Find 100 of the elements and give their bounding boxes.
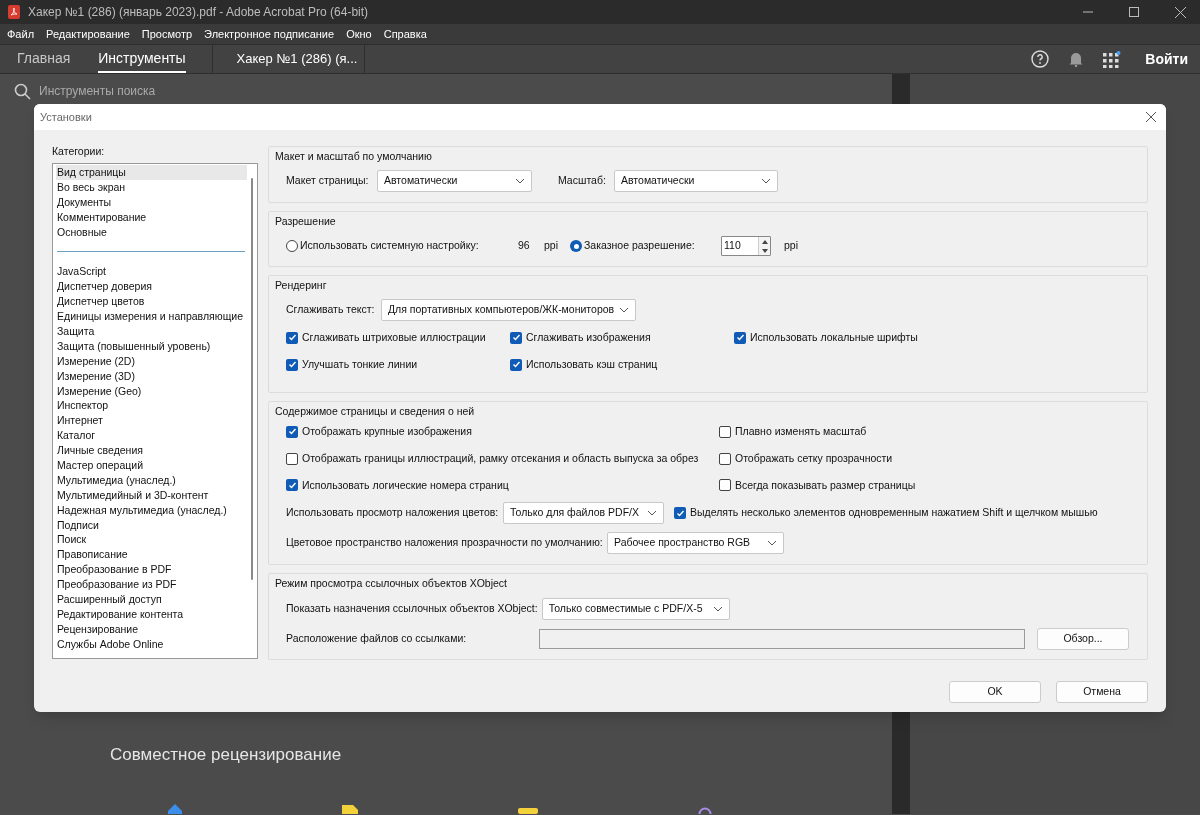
radio-button[interactable]	[286, 240, 298, 252]
category-item[interactable]: Поиск	[56, 532, 247, 548]
section-title: Макет и масштаб по умолчанию	[275, 149, 432, 164]
category-item[interactable]: Надежная мультимедиа (унаслед.)	[56, 502, 247, 518]
scrollbar[interactable]	[251, 178, 253, 580]
chevron-down-icon	[761, 178, 771, 184]
smooth-text-select[interactable]: Для портативных компьютеров/ЖК-мониторов	[381, 299, 636, 321]
tool-icon	[518, 808, 538, 814]
chevron-down-icon	[647, 510, 657, 517]
field-label: Показать назначения ссылочных объектов XObject:	[286, 601, 539, 617]
checkbox[interactable]	[510, 358, 522, 371]
apps-grid-icon[interactable]	[1103, 50, 1122, 68]
category-item[interactable]: Расширенный доступ	[56, 592, 247, 607]
field-label: Масштаб:	[558, 173, 607, 189]
checkbox[interactable]	[719, 479, 731, 492]
category-item[interactable]: Инспектор	[56, 398, 247, 414]
category-item[interactable]: Комментирование	[56, 209, 247, 225]
radio-button[interactable]	[570, 240, 582, 252]
search-icon	[14, 82, 31, 100]
field-label: Использовать просмотр наложения цветов:	[286, 505, 500, 521]
section-heading: Совместное рецензирование	[110, 743, 343, 766]
checkbox[interactable]	[719, 452, 731, 465]
checkbox[interactable]	[510, 331, 522, 344]
category-item[interactable]: Мастер операций	[56, 458, 247, 473]
resolution-spinner[interactable]: 110	[721, 236, 771, 256]
search-field[interactable]: Инструменты поиска	[39, 82, 339, 100]
menu-item[interactable]: Электронное подписание	[204, 25, 335, 43]
category-item[interactable]: Преобразование из PDF	[56, 577, 247, 593]
blend-space-select[interactable]: Рабочее пространство RGB	[607, 532, 784, 555]
overprint-select[interactable]: Только для файлов PDF/X	[503, 502, 664, 525]
checkbox[interactable]	[286, 331, 298, 344]
zoom-select[interactable]: Автоматически	[614, 170, 778, 192]
radio-label: Использовать системную настройку:	[300, 238, 480, 254]
checkbox[interactable]	[286, 358, 298, 371]
menu-item[interactable]: Справка	[383, 25, 427, 43]
checkbox[interactable]	[286, 425, 298, 438]
category-item[interactable]: Личные сведения	[56, 443, 247, 459]
checkbox-label: Всегда показывать размер страницы	[735, 477, 916, 493]
category-item[interactable]: Вид страницы	[56, 165, 247, 180]
category-item[interactable]: Преобразование в PDF	[56, 562, 247, 578]
category-item[interactable]: Единицы измерения и направляющие	[56, 309, 247, 324]
checkbox-label: Использовать логические номера страниц	[302, 477, 509, 493]
window-title: Хакер №1 (286) (январь 2023).pdf - Adobe Acrobat Pro (64-bit)	[28, 4, 369, 21]
dialog-button[interactable]: OK	[949, 681, 1041, 704]
checkbox-label: Отображать крупные изображения	[302, 424, 472, 439]
category-item[interactable]: Измерение (Geo)	[56, 383, 247, 399]
close-icon[interactable]	[1175, 6, 1186, 18]
tab[interactable]: Главная	[17, 45, 71, 73]
category-item[interactable]: Подписи	[56, 517, 247, 533]
tool-icon	[168, 804, 182, 814]
category-item[interactable]: Защита (повышенный уровень)	[56, 338, 247, 354]
category-item[interactable]: Измерение (3D)	[56, 368, 247, 384]
tool-icon	[342, 805, 358, 814]
category-item[interactable]: Рецензирование	[56, 621, 247, 637]
checkbox[interactable]	[674, 507, 686, 520]
category-item[interactable]: Службы Adobe Online	[56, 636, 247, 652]
checkbox[interactable]	[734, 331, 746, 344]
category-item[interactable]: Диспетчер доверия	[56, 279, 247, 295]
xobject-select[interactable]: Только совместимые с PDF/X-5	[541, 598, 730, 621]
field-label: Сглаживать текст:	[286, 302, 376, 318]
browse-button[interactable]: Обзор...	[1037, 628, 1129, 651]
close-icon[interactable]	[1146, 112, 1156, 122]
unit-label: ppi	[784, 238, 798, 254]
category-item[interactable]: Документы	[56, 194, 247, 210]
spin-down-icon[interactable]	[761, 248, 768, 253]
help-icon[interactable]	[1031, 50, 1050, 68]
checkbox-label: Сглаживать изображения	[526, 330, 651, 345]
maximize-icon[interactable]	[1129, 7, 1139, 17]
category-item[interactable]: Правописание	[56, 547, 247, 563]
chevron-down-icon	[712, 606, 723, 613]
checkbox[interactable]	[286, 452, 298, 465]
category-item[interactable]: Измерение (2D)	[56, 353, 247, 369]
menu-item[interactable]: Редактирование	[46, 25, 130, 43]
page-layout-select[interactable]: Автоматически	[377, 170, 532, 192]
checkbox-label: Отображать границы иллюстраций, рамку отсекания и область выпуска за обрез	[302, 450, 699, 466]
menu-item[interactable]: Просмотр	[141, 25, 193, 43]
category-item[interactable]: JavaScript	[56, 264, 247, 280]
checkbox-label: Плавно изменять масштаб	[735, 424, 867, 439]
category-item[interactable]: Защита	[56, 324, 247, 339]
category-item[interactable]: Мультимедийный и 3D-контент	[56, 487, 247, 503]
checkbox[interactable]	[719, 425, 731, 438]
category-item[interactable]: Во весь экран	[56, 179, 247, 195]
file-location-field[interactable]	[539, 629, 1025, 650]
bell-icon[interactable]	[1069, 51, 1084, 67]
category-item[interactable]: Мультимедиа (унаслед.)	[56, 472, 247, 488]
spin-up-icon[interactable]	[761, 239, 768, 244]
category-item[interactable]: Основные	[56, 224, 247, 240]
menu-item[interactable]: Окно	[346, 25, 372, 43]
category-item[interactable]: Интернет	[56, 413, 247, 429]
sign-in-button[interactable]: Войти	[1145, 48, 1188, 70]
categories-label: Категории:	[52, 144, 106, 157]
category-item[interactable]: Редактирование контента	[56, 606, 247, 622]
field-label: Макет страницы:	[286, 173, 370, 189]
dialog-button[interactable]: Отмена	[1056, 681, 1148, 704]
menu-item[interactable]: Файл	[7, 25, 35, 43]
unit-label: ppi	[544, 238, 559, 254]
category-item[interactable]: Диспетчер цветов	[56, 294, 247, 310]
document-tab[interactable]: Хакер №1 (286) (я...	[212, 45, 365, 73]
category-item[interactable]: Каталог	[56, 428, 247, 444]
checkbox[interactable]	[286, 479, 298, 492]
